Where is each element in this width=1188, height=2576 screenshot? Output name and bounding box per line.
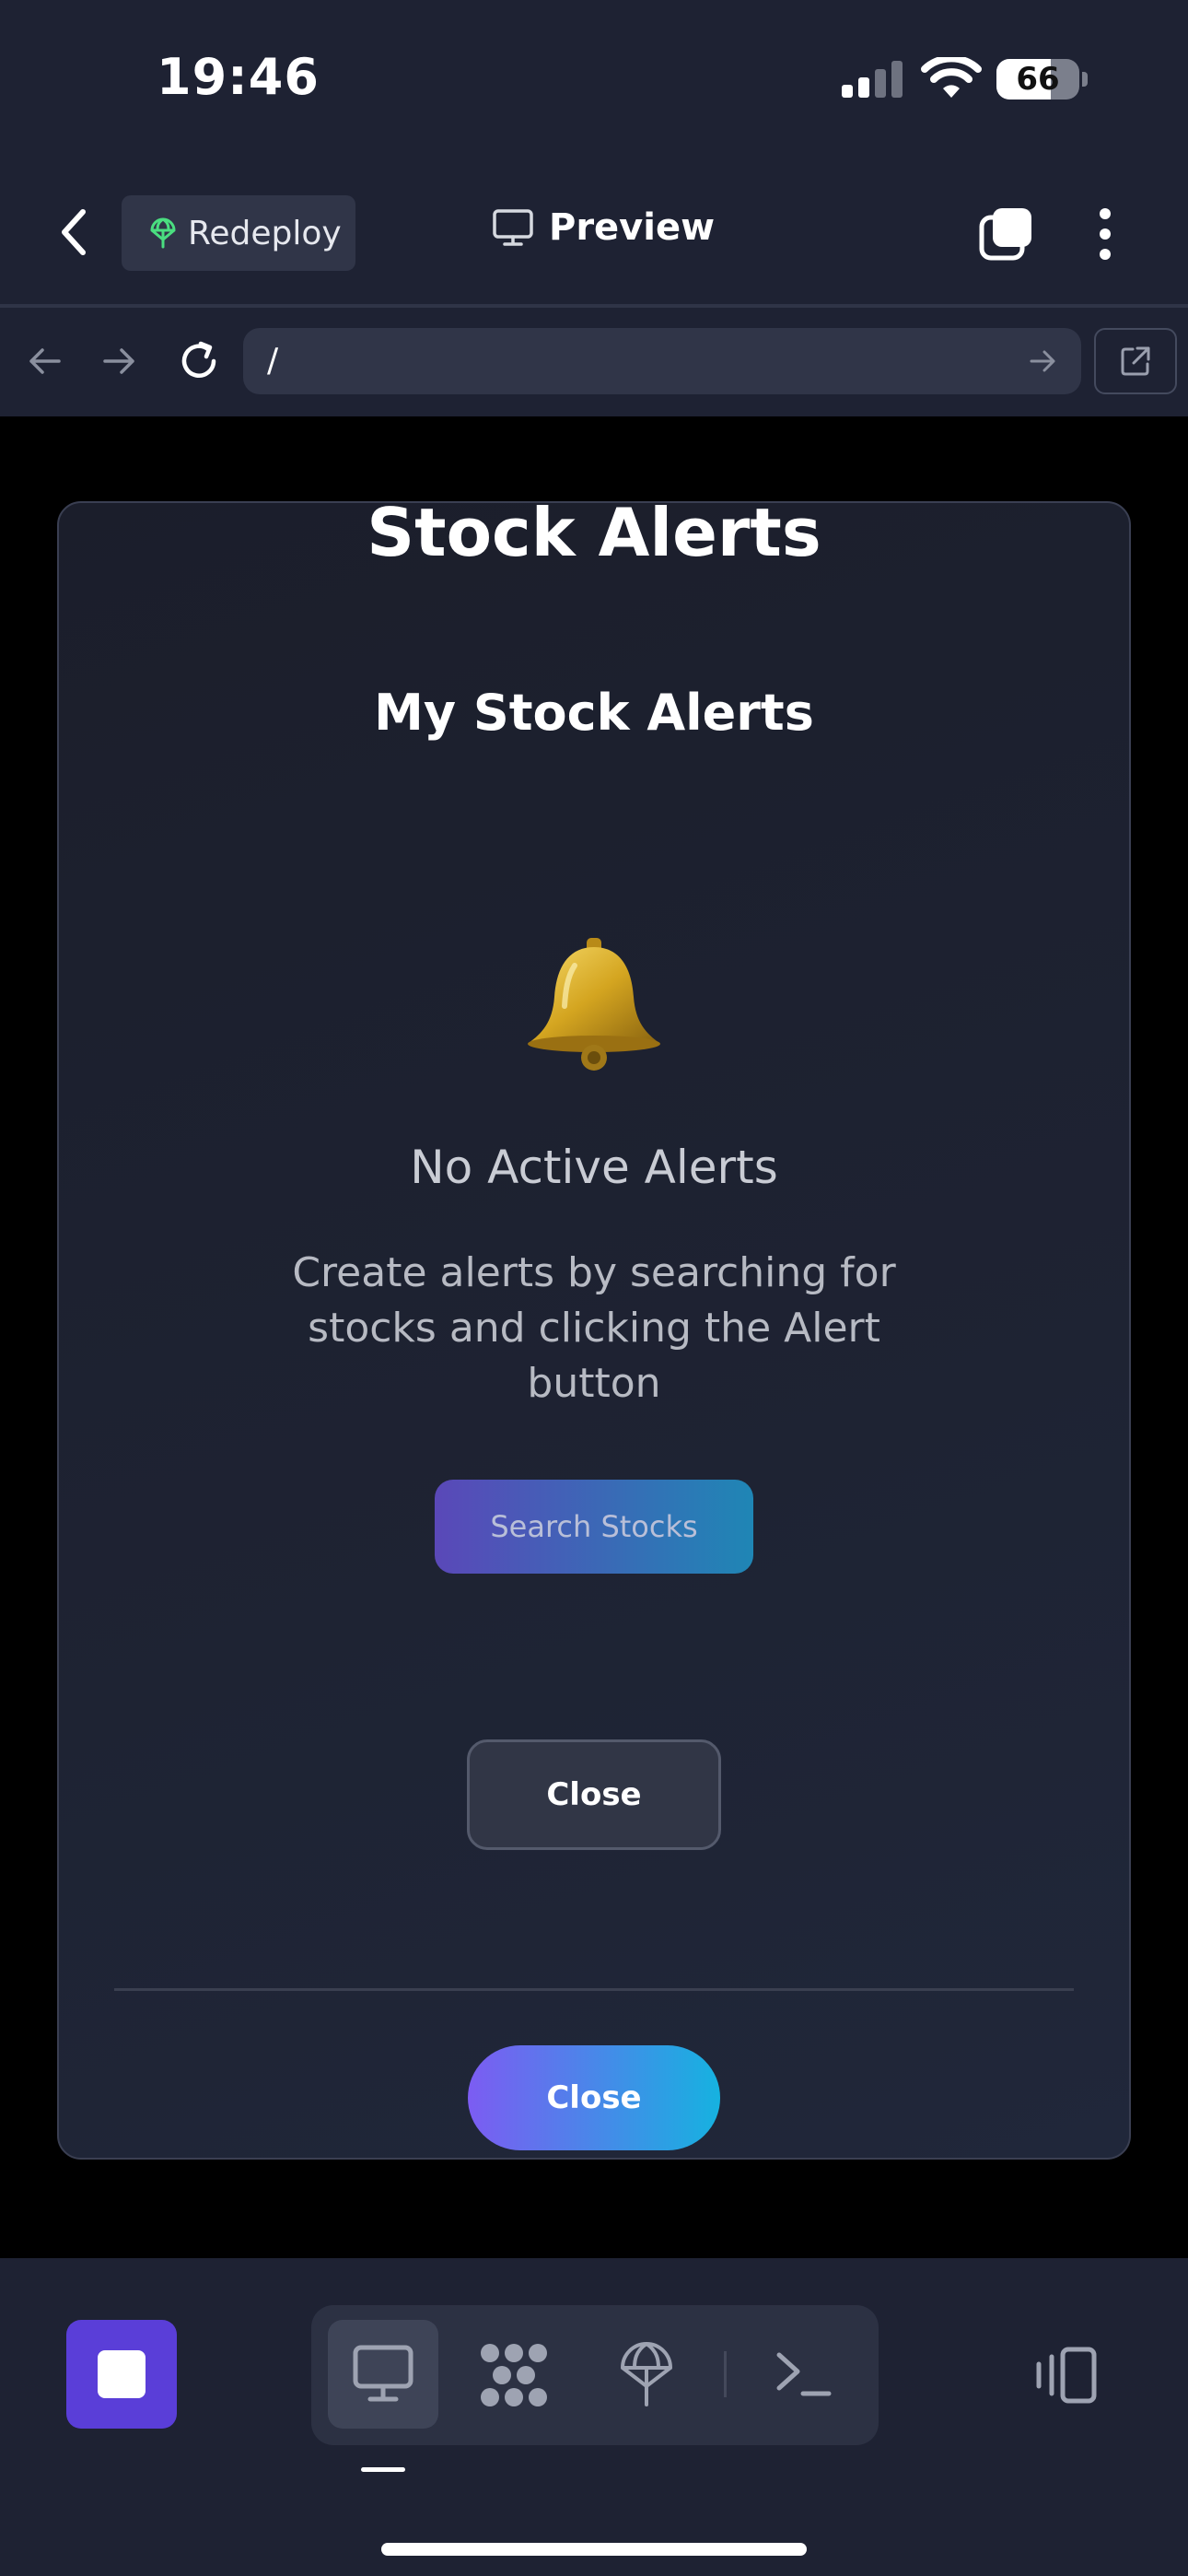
empty-state-description: Create alerts by searching for stocks an… xyxy=(292,1249,896,1407)
monitor-icon xyxy=(493,209,533,246)
redeploy-button[interactable]: Redeploy xyxy=(122,195,355,271)
arrow-left-icon[interactable] xyxy=(26,343,63,380)
url-input[interactable]: / xyxy=(243,328,1081,394)
close-button[interactable]: Close xyxy=(467,1739,721,1850)
preview-label: Preview xyxy=(549,206,716,249)
active-tab-indicator xyxy=(361,2467,405,2472)
status-time: 19:46 xyxy=(157,48,320,106)
open-external-button[interactable] xyxy=(1094,328,1177,394)
back-chevron-icon[interactable] xyxy=(57,206,90,258)
go-arrow-icon[interactable] xyxy=(1028,346,1057,376)
footer-close-button[interactable]: Close xyxy=(468,2045,720,2150)
signal-icon xyxy=(842,61,903,98)
stop-icon xyxy=(98,2350,146,2398)
reload-icon[interactable] xyxy=(177,339,221,383)
monitor-icon[interactable] xyxy=(352,2344,414,2405)
battery-level: 66 xyxy=(1016,61,1060,98)
open-external-icon xyxy=(1121,346,1150,376)
tabs-icon[interactable] xyxy=(978,205,1035,262)
search-stocks-button[interactable]: Search Stocks xyxy=(435,1480,753,1574)
battery-nub xyxy=(1082,72,1088,87)
section-title: My Stock Alerts xyxy=(374,684,814,742)
preview-tab[interactable]: Preview xyxy=(492,206,715,249)
home-indicator[interactable] xyxy=(381,2543,807,2556)
bell-icon xyxy=(528,938,660,1071)
modal-footer-divider xyxy=(114,1988,1074,1991)
empty-state-title: No Active Alerts xyxy=(410,1141,778,1194)
dock-separator xyxy=(724,2351,727,2397)
stop-button[interactable] xyxy=(66,2320,177,2429)
more-vertical-icon[interactable] xyxy=(1096,206,1114,262)
battery-icon: 66 xyxy=(996,59,1079,100)
devices-icon[interactable] xyxy=(1031,2346,1098,2405)
globe-icon xyxy=(150,217,176,249)
deploy-icon[interactable] xyxy=(619,2340,674,2408)
redeploy-label: Redeploy xyxy=(188,214,342,252)
arrow-right-icon[interactable] xyxy=(101,343,138,380)
grid-icon[interactable] xyxy=(479,2342,549,2408)
wifi-icon xyxy=(921,57,982,98)
modal-title: Stock Alerts xyxy=(367,494,821,571)
terminal-icon[interactable] xyxy=(775,2349,833,2399)
